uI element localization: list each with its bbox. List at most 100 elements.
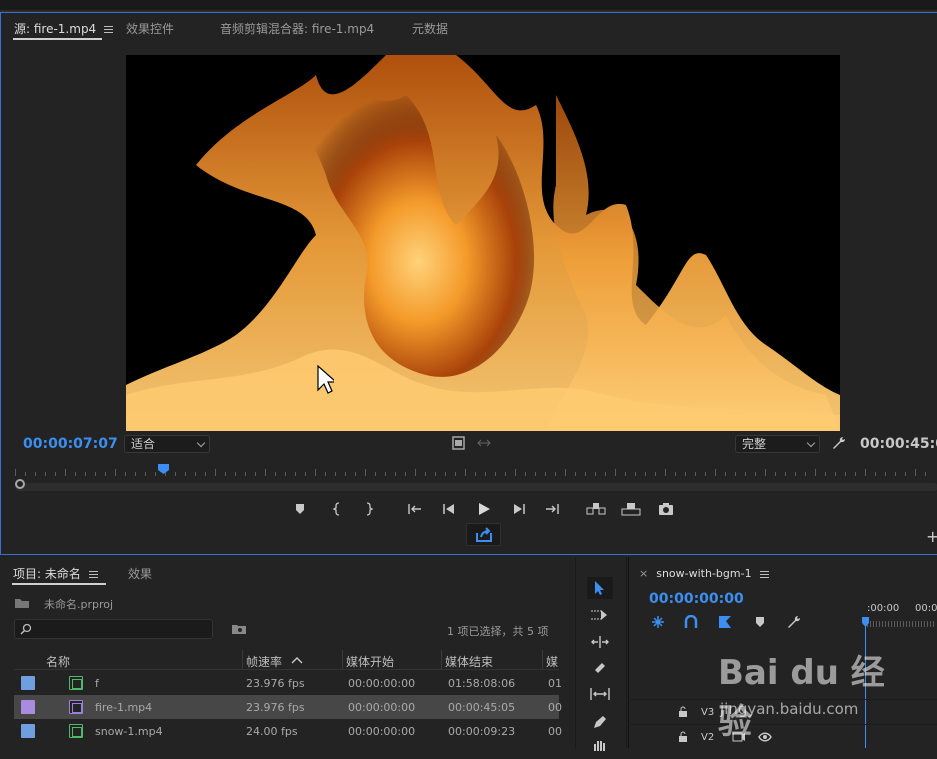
tab-source[interactable]: 源: fire-1.mp4	[14, 20, 114, 37]
project-search-input[interactable]	[14, 619, 213, 639]
timeline-ruler[interactable]	[867, 621, 937, 629]
label-color-swatch[interactable]	[21, 724, 35, 738]
zoom-scrollbar[interactable]	[15, 483, 937, 491]
tab-project-label: 项目: 未命名	[13, 567, 81, 581]
tab-audio-clip-mixer[interactable]: 音频剪辑混合器: fire-1.mp4	[220, 20, 374, 37]
lock-icon[interactable]	[678, 706, 688, 718]
ruler-tick	[315, 469, 316, 476]
camera-icon[interactable]	[658, 502, 674, 516]
playback-resolution-dropdown[interactable]: 完整	[735, 435, 820, 453]
tab-sequence[interactable]: × snow-with-bgm-1	[639, 567, 769, 580]
lock-icon[interactable]	[678, 731, 688, 743]
item-frame-rate: 23.976 fps	[246, 677, 305, 690]
ruler-tick	[915, 469, 916, 476]
mark-out-icon[interactable]	[363, 501, 375, 517]
nest-sequence-icon[interactable]	[651, 615, 665, 629]
item-media-extra: 01	[548, 677, 562, 690]
column-frame-rate[interactable]: 帧速率	[246, 653, 282, 670]
item-name: fire-1.mp4	[95, 701, 153, 714]
label-color-swatch[interactable]	[21, 676, 35, 690]
ruler-tick	[205, 472, 206, 476]
step-back-icon[interactable]	[441, 502, 457, 516]
export-frame-button[interactable]	[466, 523, 501, 546]
ruler-tick	[918, 621, 919, 627]
go-to-out-icon[interactable]	[544, 501, 562, 517]
ruler-tick	[35, 472, 36, 476]
slip-tool[interactable]	[587, 683, 613, 705]
item-media-start: 00:00:00:00	[348, 725, 416, 738]
safe-margins-icon[interactable]	[452, 436, 465, 450]
label-color-swatch[interactable]	[21, 700, 35, 714]
add-button-icon[interactable]: +	[926, 527, 937, 546]
ruler-tick	[65, 469, 66, 476]
linked-selection-icon[interactable]	[718, 615, 734, 629]
pen-tool[interactable]	[587, 711, 613, 733]
panel-menu-icon[interactable]	[88, 571, 98, 578]
ruler-tick	[95, 472, 96, 476]
ruler-tick	[805, 472, 806, 476]
column-media-extra[interactable]: 媒	[546, 653, 558, 670]
ripple-edit-icon	[591, 636, 609, 648]
ruler-tick	[255, 472, 256, 476]
add-marker-icon[interactable]	[294, 502, 306, 516]
ruler-tick	[295, 472, 296, 476]
ruler-tick	[365, 469, 366, 476]
tab-effect-controls[interactable]: 效果控件	[126, 20, 174, 37]
folder-icon	[15, 599, 29, 608]
ruler-tick	[105, 472, 106, 476]
zoom-level-dropdown[interactable]: 适合	[124, 435, 210, 453]
wrench-icon[interactable]	[831, 435, 847, 451]
ruler-tick	[725, 472, 726, 476]
add-marker-icon[interactable]	[755, 616, 765, 628]
ruler-tick	[921, 621, 922, 627]
ruler-tick	[685, 472, 686, 476]
tab-project[interactable]: 项目: 未命名	[13, 565, 98, 582]
ruler-tick	[906, 621, 907, 627]
track-select-tool[interactable]	[587, 604, 613, 626]
item-media-start: 00:00:00:00	[348, 677, 416, 690]
step-forward-icon[interactable]	[511, 502, 527, 516]
ruler-tick	[525, 472, 526, 476]
mark-in-icon[interactable]	[331, 501, 343, 517]
play-icon[interactable]	[476, 501, 492, 517]
project-panel: 项目: 未命名 效果 未命名.prproj 1 项已选择，共 5 项 名称 帧速…	[0, 557, 572, 748]
track-select-icon	[591, 610, 607, 620]
wrench-icon[interactable]	[786, 614, 802, 630]
panel-menu-icon[interactable]	[759, 570, 769, 578]
video-preview[interactable]	[126, 55, 840, 431]
ripple-edit-tool[interactable]	[587, 631, 613, 653]
scrollbar-handle[interactable]	[15, 479, 25, 489]
insert-icon[interactable]	[586, 501, 606, 517]
ruler-tick	[475, 472, 476, 476]
column-media-start[interactable]: 媒体开始	[346, 653, 394, 670]
tab-effects[interactable]: 效果	[128, 565, 152, 582]
hand-tool[interactable]	[587, 737, 613, 759]
current-timecode[interactable]: 00:00:07:07	[23, 436, 118, 452]
ruler-tick	[225, 472, 226, 476]
ruler-tick	[870, 621, 871, 627]
project-item-row[interactable]: snow-1.mp4 24.00 fps 00:00:00:00 00:00:0…	[14, 719, 562, 743]
ruler-tick	[145, 472, 146, 476]
column-name[interactable]: 名称	[46, 653, 70, 670]
go-to-in-icon[interactable]	[405, 501, 423, 517]
source-monitor-panel: 源: fire-1.mp4 效果控件 音频剪辑混合器: fire-1.mp4 元…	[0, 12, 937, 555]
drag-video-icon[interactable]	[477, 438, 491, 448]
timeline-timecode[interactable]: 00:00:00:00	[649, 591, 744, 607]
ruler-tick	[925, 472, 926, 476]
project-item-row[interactable]: f 23.976 fps 00:00:00:00 01:58:08:06 01	[14, 671, 562, 695]
overwrite-icon[interactable]	[621, 501, 641, 517]
close-icon[interactable]: ×	[639, 567, 648, 580]
project-item-row[interactable]: fire-1.mp4 23.976 fps 00:00:00:00 00:00:…	[14, 695, 562, 719]
ruler-tick	[45, 472, 46, 476]
ruler-tick	[735, 472, 736, 476]
ruler-tick	[675, 472, 676, 476]
snap-magnet-icon[interactable]	[684, 615, 698, 629]
column-media-end[interactable]: 媒体结束	[445, 653, 493, 670]
time-ruler[interactable]	[15, 468, 937, 480]
panel-menu-icon[interactable]	[104, 26, 114, 33]
selection-tool[interactable]	[587, 577, 613, 599]
ruler-tick	[405, 472, 406, 476]
find-bin-icon[interactable]	[231, 622, 247, 636]
razor-tool[interactable]	[587, 657, 613, 679]
tab-metadata[interactable]: 元数据	[412, 20, 448, 37]
